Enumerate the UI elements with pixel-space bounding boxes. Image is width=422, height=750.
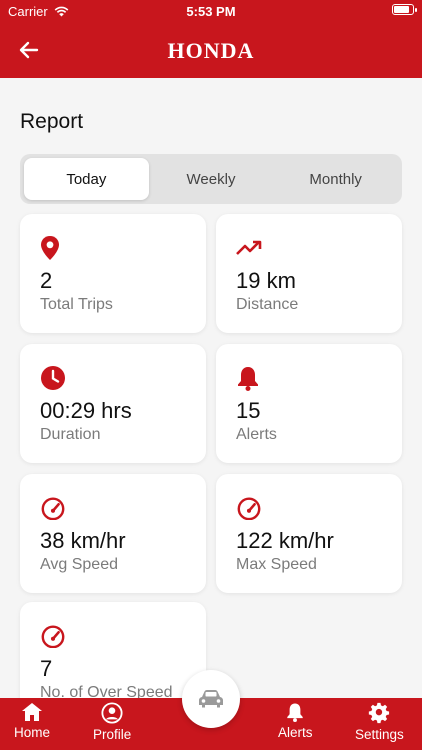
clock-icon — [40, 364, 66, 392]
alerts-value: 15 — [236, 398, 261, 423]
nav-settings-label: Settings — [355, 727, 404, 742]
trend-up-icon — [236, 234, 262, 262]
nav-alerts[interactable]: Alerts — [278, 702, 313, 740]
nav-home[interactable]: Home — [14, 702, 50, 740]
card-distance: 19 km Distance — [216, 214, 402, 333]
home-icon — [22, 703, 42, 721]
alerts-label: Alerts — [236, 426, 277, 443]
nav-profile-label: Profile — [93, 727, 132, 742]
total-trips-label: Total Trips — [40, 296, 113, 313]
tab-monthly[interactable]: Monthly — [273, 158, 398, 200]
avg-speed-label: Avg Speed — [40, 556, 118, 573]
card-max-speed: 122 km/hr Max Speed — [216, 474, 402, 593]
car-fab-button[interactable] — [182, 670, 240, 728]
tab-weekly[interactable]: Weekly — [149, 158, 274, 200]
over-speed-value: 7 — [40, 656, 53, 681]
gear-icon — [369, 702, 390, 724]
nav-profile[interactable]: Profile — [93, 702, 131, 742]
car-icon — [199, 690, 223, 708]
location-pin-icon — [40, 234, 66, 262]
bell-icon — [236, 364, 262, 392]
app-header: Carrier 5:53 PM HONDA — [0, 0, 422, 78]
card-total-trips: 2 Total Trips — [20, 214, 206, 333]
speedometer-icon — [236, 494, 262, 522]
nav-alerts-label: Alerts — [278, 725, 313, 740]
max-speed-value: 122 km/hr — [236, 528, 334, 553]
distance-label: Distance — [236, 296, 299, 313]
profile-icon — [101, 702, 123, 724]
duration-label: Duration — [40, 426, 101, 443]
status-time: 5:53 PM — [186, 4, 236, 19]
max-speed-label: Max Speed — [236, 556, 317, 573]
card-duration: 00:29 hrs Duration — [20, 344, 206, 463]
honda-logo: HONDA — [167, 38, 255, 63]
card-avg-speed: 38 km/hr Avg Speed — [20, 474, 206, 593]
bell-icon — [287, 703, 303, 722]
avg-speed-value: 38 km/hr — [40, 528, 126, 553]
speedometer-icon — [40, 622, 66, 650]
tab-today[interactable]: Today — [24, 158, 149, 200]
battery-icon — [392, 4, 417, 15]
page-title: Report — [20, 110, 84, 133]
nav-settings[interactable]: Settings — [355, 702, 404, 742]
nav-home-label: Home — [14, 725, 51, 740]
status-bar: Carrier 5:53 PM — [0, 0, 422, 24]
card-alerts: 15 Alerts — [216, 344, 402, 463]
total-trips-value: 2 — [40, 268, 53, 293]
duration-value: 00:29 hrs — [40, 398, 132, 423]
speedometer-icon — [40, 494, 66, 522]
distance-value: 19 km — [236, 268, 296, 293]
period-segmented-control: Today Weekly Monthly — [20, 154, 402, 204]
